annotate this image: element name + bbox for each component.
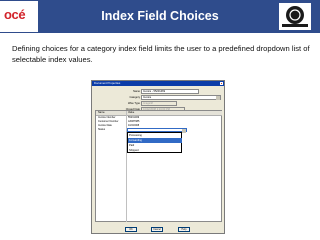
category-select[interactable]: Invoice xyxy=(141,95,221,100)
logo-text: océ xyxy=(4,7,26,22)
row-name: Status xyxy=(98,128,106,131)
help-button[interactable]: Help xyxy=(178,227,190,232)
category-label: Category xyxy=(129,96,140,99)
wise-type-field: Image/tif xyxy=(141,101,177,106)
close-icon[interactable] xyxy=(220,82,223,85)
status-dropdown-list: Processing Forwarding Paid Shipped xyxy=(127,132,182,153)
chevron-down-icon[interactable] xyxy=(182,129,186,133)
page-title: Index Field Choices xyxy=(101,9,219,23)
table-row-status[interactable]: Status Processing Forwarding Paid Shippe… xyxy=(96,128,222,153)
column-header-name: Name xyxy=(98,111,105,114)
cancel-button[interactable]: Cancel xyxy=(151,227,163,232)
wise-type-label: Wise Type xyxy=(127,102,140,105)
dialog-title: Document Properties xyxy=(92,81,224,86)
dropdown-option-shipped[interactable]: Shipped xyxy=(128,148,182,153)
print-software-logo-icon xyxy=(279,3,311,30)
header-bar: océ Index Field Choices xyxy=(0,0,320,33)
column-header-value: Value xyxy=(128,111,135,114)
name-field[interactable]: Invoice - 55231469 xyxy=(141,89,199,94)
index-field-grid: Name Value Invoice Number 55231469 Custo… xyxy=(95,110,222,222)
description-text: Defining choices for a category index fi… xyxy=(12,44,310,64)
dialog-buttons: OK Cancel Help xyxy=(92,227,224,233)
chevron-down-icon[interactable] xyxy=(216,96,220,100)
ok-button[interactable]: OK xyxy=(125,227,137,232)
name-label: Name xyxy=(133,90,140,93)
document-properties-dialog: Document Properties Name Invoice - 55231… xyxy=(91,80,225,234)
oce-logo: océ xyxy=(0,1,38,32)
category-value: Invoice xyxy=(143,96,152,99)
